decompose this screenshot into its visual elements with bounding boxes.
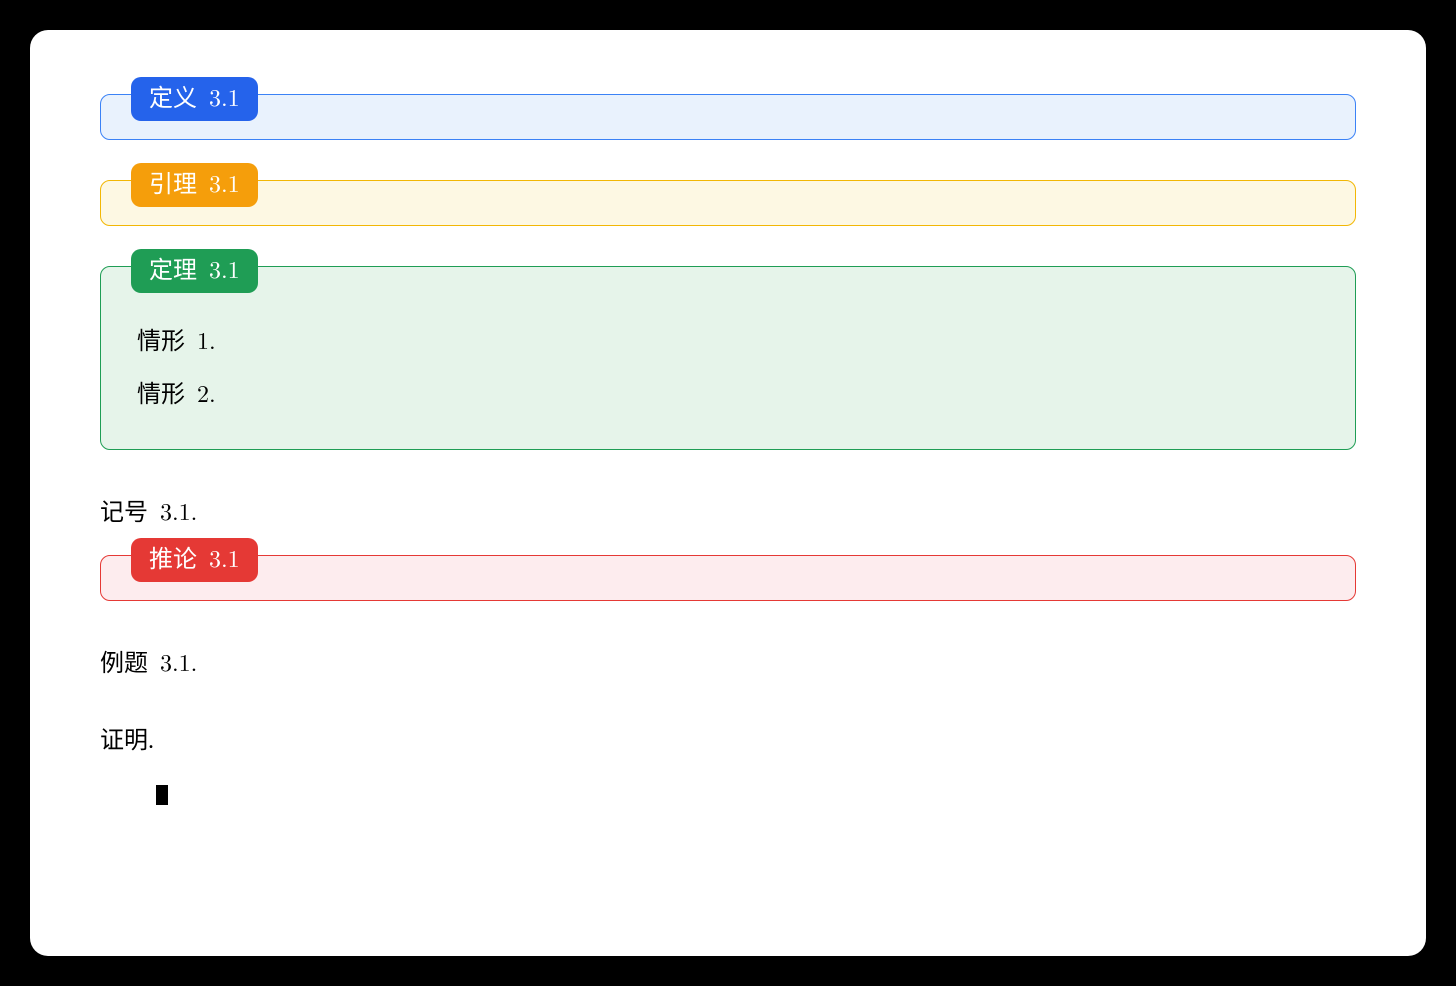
example-heading: 例题 3.1.	[100, 643, 1356, 678]
definition-tag: 定义 3.1	[131, 77, 258, 121]
notation-number: 3.1.	[160, 493, 197, 527]
lemma-box: 引理 3.1	[100, 180, 1356, 226]
proof-label: 证明.	[100, 728, 154, 754]
document-page: 定义 3.1 引理 3.1 定理 3.1 情形 1. 情形	[30, 30, 1426, 956]
case-label: 情形	[137, 329, 185, 355]
theorem-case: 情形 2.	[137, 374, 1327, 409]
viewport: 定义 3.1 引理 3.1 定理 3.1 情形 1. 情形	[0, 0, 1456, 986]
theorem-number: 3.1	[209, 251, 240, 285]
example-label: 例题	[100, 651, 148, 677]
definition-label: 定义	[149, 86, 197, 112]
theorem-tag: 定理 3.1	[131, 249, 258, 293]
corollary-label: 推论	[149, 547, 197, 573]
case-label: 情形	[137, 382, 185, 408]
theorem-case: 情形 1.	[137, 321, 1327, 356]
qed-icon	[156, 785, 168, 805]
theorem-label: 定理	[149, 258, 197, 284]
lemma-number: 3.1	[209, 165, 240, 199]
theorem-case-list: 情形 1. 情形 2.	[129, 293, 1327, 431]
proof-section: 证明.	[100, 720, 1356, 805]
lemma-tag: 引理 3.1	[131, 163, 258, 207]
lemma-label: 引理	[149, 172, 197, 198]
example-number: 3.1.	[160, 644, 197, 678]
notation-heading: 记号 3.1.	[100, 492, 1356, 527]
corollary-box: 推论 3.1	[100, 555, 1356, 601]
case-number: 1.	[197, 322, 216, 356]
corollary-number: 3.1	[209, 540, 240, 574]
theorem-box: 定理 3.1 情形 1. 情形 2.	[100, 266, 1356, 450]
corollary-tag: 推论 3.1	[131, 538, 258, 582]
notation-label: 记号	[100, 500, 148, 526]
definition-number: 3.1	[209, 79, 240, 113]
case-number: 2.	[197, 375, 216, 409]
definition-box: 定义 3.1	[100, 94, 1356, 140]
